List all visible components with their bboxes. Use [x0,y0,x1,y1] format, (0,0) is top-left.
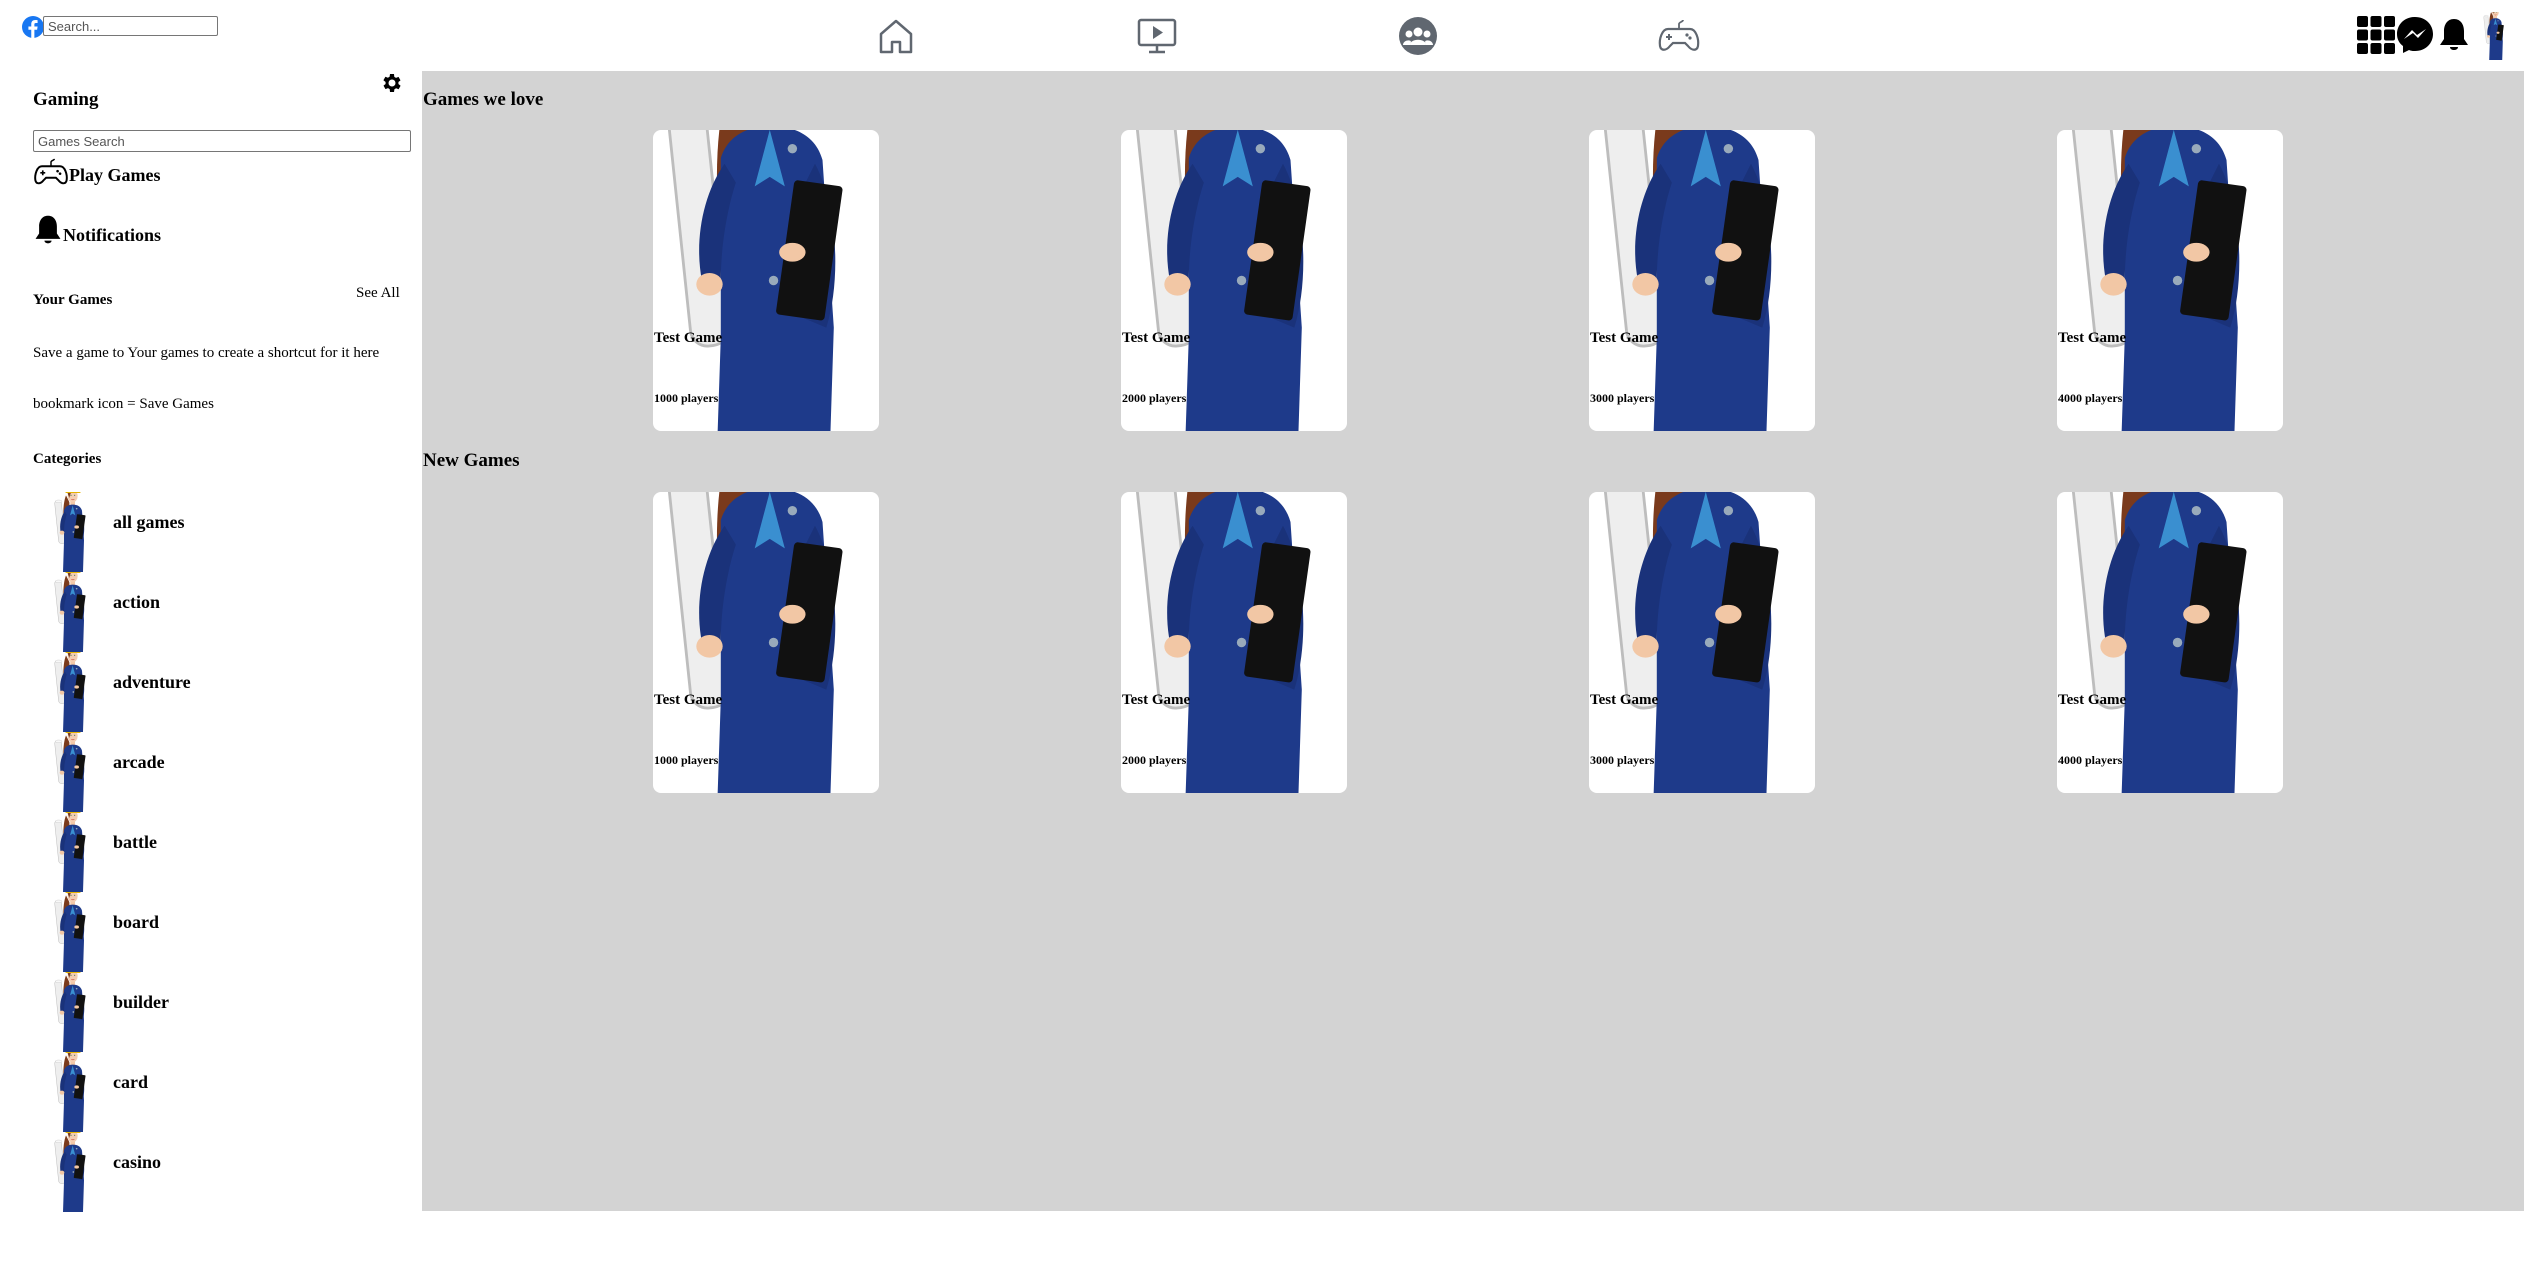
global-search-input[interactable] [43,16,218,36]
category-label: board [113,912,160,932]
watch-icon[interactable] [1135,14,1179,58]
save-games-hint: Save a game to Your games to create a sh… [33,345,380,361]
category-item[interactable]: board [52,892,352,972]
category-label: arcade [113,752,165,772]
player-count: 4000 players [2058,391,2123,405]
category-thumbnail [52,732,92,812]
play-games-link[interactable]: Play Games [33,158,161,186]
game-thumbnail [2057,492,2283,793]
game-card[interactable]: Test Game 1000 players [653,492,879,793]
game-card[interactable]: Test Game 4000 players [2057,492,2283,793]
section-title-games-we-love: Games we love [423,89,544,110]
category-item[interactable]: card [52,1052,352,1132]
games-search-input[interactable] [33,130,411,152]
sidebar-title: Gaming [33,89,99,110]
facebook-logo-icon[interactable] [22,16,44,38]
category-thumbnail [52,812,92,892]
category-item[interactable]: action [52,572,352,652]
game-thumbnail [2057,130,2283,431]
category-item[interactable]: adventure [52,652,352,732]
game-title: Test Game [1590,330,1659,346]
category-label: adventure [113,672,191,692]
category-label: battle [113,832,157,852]
your-games-heading: Your Games [33,292,113,308]
game-thumbnail [1121,130,1347,431]
categories-heading: Categories [33,451,102,467]
games-main-panel: Games we love Test Game 1000 players Tes… [422,71,2524,1211]
game-title: Test Game [2058,692,2127,708]
game-card[interactable]: Test Game 2000 players [1121,130,1347,431]
player-count: 1000 players [654,753,719,767]
game-card[interactable]: Test Game 4000 players [2057,130,2283,431]
category-thumbnail [52,972,92,1052]
section-title-new-games: New Games [423,450,520,471]
bell-icon [35,215,61,244]
player-count: 3000 players [1590,391,1655,405]
game-title: Test Game [654,330,723,346]
player-count: 4000 players [2058,753,2123,767]
game-title: Test Game [1590,692,1659,708]
notifications-link[interactable]: Notifications [33,214,161,246]
category-item[interactable]: all games [52,492,352,572]
avatar[interactable] [2482,12,2508,60]
messenger-icon[interactable] [2395,14,2435,56]
game-thumbnail [653,130,879,431]
category-list: all games action adventure arcade battle… [52,492,352,1212]
player-count: 2000 players [1122,391,1187,405]
category-item[interactable]: battle [52,812,352,892]
game-title: Test Game [1122,330,1191,346]
player-count: 2000 players [1122,753,1187,767]
category-label: all games [113,512,185,532]
top-navigation-bar [0,0,2531,71]
category-item[interactable]: builder [52,972,352,1052]
category-label: casino [113,1152,162,1172]
game-title: Test Game [654,692,723,708]
game-thumbnail [1589,492,1815,793]
category-thumbnail [52,652,92,732]
game-title: Test Game [2058,330,2127,346]
player-count: 1000 players [654,391,719,405]
game-thumbnail [1589,130,1815,431]
category-item[interactable]: arcade [52,732,352,812]
bookmark-hint: bookmark icon = Save Games [33,396,214,412]
category-label: action [113,592,160,612]
category-item[interactable]: casino [52,1132,352,1212]
home-icon[interactable] [874,14,918,58]
category-thumbnail [52,572,92,652]
game-card[interactable]: Test Game 1000 players [653,130,879,431]
see-all-link[interactable]: See All [356,285,400,302]
groups-icon[interactable] [1396,14,1440,58]
bell-icon[interactable] [2437,14,2471,56]
category-thumbnail [52,1132,92,1212]
category-label: builder [113,992,170,1012]
player-count: 3000 players [1590,753,1655,767]
category-thumbnail [52,892,92,972]
notifications-label: Notifications [63,225,161,245]
game-title: Test Game [1122,692,1191,708]
gaming-sidebar: Gaming Play Games Notifications Your Gam… [0,71,422,1211]
game-card[interactable]: Test Game 3000 players [1589,492,1815,793]
game-card[interactable]: Test Game 2000 players [1121,492,1347,793]
game-thumbnail [1121,492,1347,793]
play-games-label: Play Games [69,165,161,185]
category-label: card [113,1072,148,1092]
gaming-icon[interactable] [1657,14,1701,58]
menu-grid-icon[interactable] [2355,14,2397,56]
game-controller-icon [34,158,68,185]
game-thumbnail [653,492,879,793]
gear-icon[interactable] [380,71,404,95]
category-thumbnail [52,1052,92,1132]
game-card[interactable]: Test Game 3000 players [1589,130,1815,431]
category-thumbnail [52,492,92,572]
